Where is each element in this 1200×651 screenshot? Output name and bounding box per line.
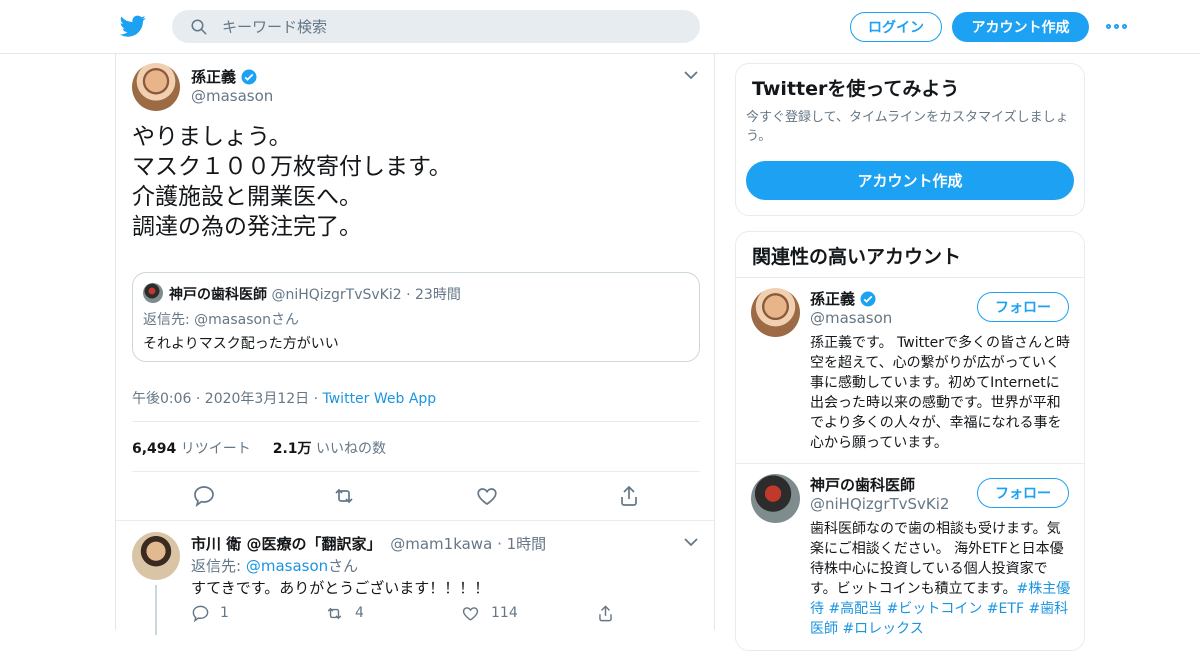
- share-icon[interactable]: [617, 484, 641, 508]
- retweets-count: 6,494: [132, 441, 177, 457]
- search-bar[interactable]: [172, 10, 700, 43]
- account-bio: 孫正義です。 Twitterで多くの皆さんと時空を超えて、心の繋がりが広がってい…: [810, 335, 1070, 451]
- related-accounts-title: 関連性の高いアカウント: [752, 246, 962, 268]
- tweet-stats: 6,494 リツイート 2.1万 いいねの数: [132, 438, 386, 458]
- reply-to: 返信先: @masasonさん: [191, 555, 358, 576]
- reply-to-suffix: さん: [328, 557, 359, 575]
- search-icon: [191, 19, 207, 34]
- avatar[interactable]: [132, 63, 180, 111]
- quoted-tweet[interactable]: 神戸の歯科医師 @niHQizgrTvSvKi2 · 23時間 返信先: @ma…: [132, 272, 700, 362]
- quote-reply-to: 返信先: @masasonさん: [143, 312, 299, 328]
- related-account[interactable]: 神戸の歯科医師 @niHQizgrTvSvKi2 フォロー 歯科医師なので歯の相…: [736, 464, 1084, 650]
- verified-badge-icon: [241, 69, 257, 84]
- tweet-column: 孫正義 @masason やりましょう。 マスク１００万枚寄付します。 介護施設…: [115, 54, 715, 635]
- reply-text: すてきです。ありがとうございます！！！！: [191, 579, 490, 597]
- quote-author-handle: @niHQizgrTvSvKi2: [271, 287, 402, 303]
- tweet-text-line: 介護施設と開業医へ。: [132, 184, 362, 210]
- related-account[interactable]: 孫正義 @masason フォロー 孫正義です。 Twitterで多くの皆さんと…: [736, 278, 1084, 463]
- reply-icon[interactable]: [191, 604, 210, 623]
- avatar[interactable]: [751, 474, 800, 523]
- reply-to-prefix: 返信先:: [191, 557, 246, 575]
- signup-card: Twitterを使ってみよう 今すぐ登録して、タイムラインをカスタマイズしましょ…: [735, 63, 1085, 216]
- verified-badge-icon: [860, 291, 876, 306]
- share-icon[interactable]: [596, 604, 615, 623]
- tweet-author-handle[interactable]: @masason: [191, 87, 273, 105]
- reply-to-handle[interactable]: @masason: [246, 557, 328, 575]
- twitter-bird-icon[interactable]: [120, 13, 146, 39]
- quote-text: それよりマスク配った方がいい: [143, 336, 339, 352]
- account-handle[interactable]: @masason: [810, 309, 892, 327]
- avatar: [143, 283, 163, 303]
- account-bio: 歯科医師なので歯の相談も受けます。気楽にご相談ください。 海外ETFと日本優待株…: [810, 519, 1072, 639]
- tweet-timestamp[interactable]: 午後0:06 · 2020年3月12日: [132, 391, 309, 407]
- tweet-text: やりましょう。 マスク１００万枚寄付します。 介護施設と開業医へ。 調達の為の発…: [132, 122, 452, 242]
- quote-time: 23時間: [415, 287, 461, 303]
- tweet-actions: [132, 484, 700, 508]
- follow-button[interactable]: フォロー: [977, 478, 1069, 508]
- like-icon[interactable]: [475, 484, 499, 508]
- account-name[interactable]: 神戸の歯科医師: [810, 474, 915, 495]
- search-input[interactable]: [222, 17, 642, 36]
- follow-button[interactable]: フォロー: [977, 292, 1069, 322]
- retweet-count: 4: [355, 605, 364, 621]
- likes-label: いいねの数: [316, 441, 387, 457]
- retweets-stat[interactable]: 6,494 リツイート: [132, 438, 251, 458]
- like-count: 114: [491, 605, 518, 621]
- reply-count: 1: [220, 605, 229, 621]
- avatar[interactable]: [751, 288, 800, 337]
- quote-author-name: 神戸の歯科医師: [169, 287, 267, 303]
- account-name-text: 孫正義: [810, 290, 856, 308]
- more-options-icon[interactable]: [1106, 18, 1130, 34]
- like-icon[interactable]: [461, 604, 480, 623]
- top-bar: ログイン アカウント作成: [0, 0, 1200, 54]
- thread-line: [155, 585, 157, 635]
- retweet-icon[interactable]: [325, 604, 344, 623]
- avatar[interactable]: [132, 532, 180, 580]
- divider: [132, 471, 700, 472]
- reply-author-name[interactable]: 市川 衛 @医療の「翻訳家」: [191, 535, 381, 553]
- reply-tweet[interactable]: 市川 衛 @医療の「翻訳家」 @mam1kawa · 1時間 返信先: @mas…: [116, 520, 714, 635]
- signup-button[interactable]: アカウント作成: [952, 12, 1089, 42]
- reply-icon[interactable]: [192, 484, 216, 508]
- reply-time[interactable]: 1時間: [507, 535, 547, 553]
- chevron-down-icon[interactable]: [684, 70, 698, 80]
- retweet-icon[interactable]: [332, 484, 356, 508]
- account-name-text: 神戸の歯科医師: [810, 476, 916, 494]
- account-handle[interactable]: @niHQizgrTvSvKi2: [810, 495, 949, 513]
- related-accounts-card: 関連性の高いアカウント 孫正義 @masason フォロー 孫正義です。 Twi…: [735, 231, 1085, 651]
- tweet-source-link[interactable]: Twitter Web App: [323, 391, 437, 407]
- divider: [132, 421, 700, 422]
- likes-stat[interactable]: 2.1万 いいねの数: [273, 438, 386, 458]
- account-name[interactable]: 孫正義: [810, 288, 877, 309]
- tweet-text-line: やりましょう。: [132, 124, 292, 150]
- tweet-text-line: 調達の為の発注完了。: [132, 214, 362, 240]
- likes-count: 2.1万: [272, 441, 312, 457]
- tweet-text-line: マスク１００万枚寄付します。: [132, 154, 452, 180]
- login-button[interactable]: ログイン: [850, 12, 942, 42]
- tweet-author-name[interactable]: 孫正義: [191, 66, 258, 87]
- signup-card-title: Twitterを使ってみよう: [752, 78, 960, 100]
- reply-actions: 1 4 114: [191, 604, 641, 624]
- reply-author-handle[interactable]: @mam1kawa: [390, 535, 492, 553]
- retweets-label: リツイート: [180, 441, 251, 457]
- chevron-down-icon[interactable]: [684, 537, 698, 547]
- signup-card-desc: 今すぐ登録して、タイムラインをカスタマイズしましょう。: [746, 110, 1069, 144]
- author-name-text: 孫正義: [191, 68, 237, 86]
- tweet-meta: 午後0:06 · 2020年3月12日 · Twitter Web App: [132, 391, 437, 407]
- signup-card-button[interactable]: アカウント作成: [746, 161, 1074, 200]
